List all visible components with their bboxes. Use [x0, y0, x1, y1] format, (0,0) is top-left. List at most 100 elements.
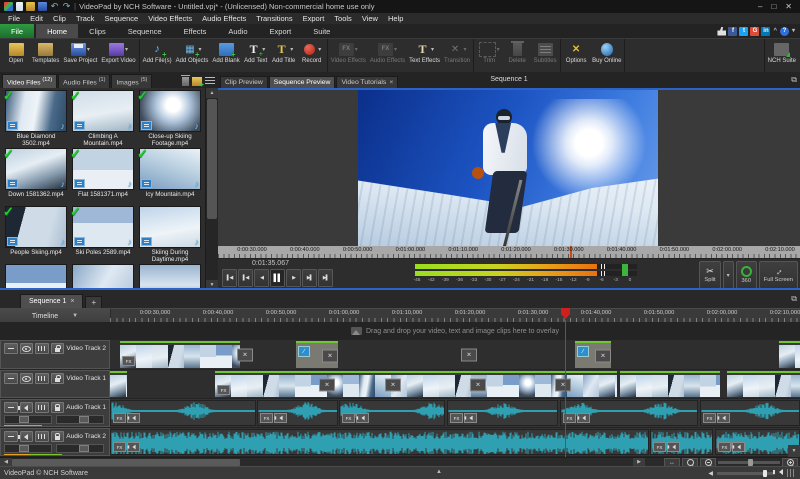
twitter-icon[interactable]: t	[739, 27, 748, 36]
slider-handle[interactable]	[79, 416, 89, 423]
dropdown-icon[interactable]: ▾	[497, 46, 500, 53]
dropdown-icon[interactable]: ▾	[125, 46, 128, 53]
video-clip[interactable]	[620, 371, 720, 397]
hscrollbar-thumb[interactable]	[12, 459, 240, 466]
ribbon-tab-clips[interactable]: Clips	[78, 24, 117, 38]
audio-clip[interactable]: FX	[110, 429, 649, 455]
audio-clip[interactable]: FX	[650, 429, 713, 455]
menu-clip[interactable]: Clip	[48, 14, 71, 23]
help-icon[interactable]: ?	[780, 27, 789, 36]
googleplus-icon[interactable]: G	[750, 27, 759, 36]
fx-icon[interactable]: FX	[260, 413, 273, 423]
fx-icon[interactable]: FX	[217, 385, 230, 395]
templates-button[interactable]: Templates	[30, 39, 61, 73]
popout-icon[interactable]: ⧉	[791, 75, 797, 85]
open-icon[interactable]	[26, 2, 35, 11]
playhead-line[interactable]	[565, 320, 566, 457]
dropdown-icon[interactable]: ▾	[87, 46, 90, 53]
volume-slider[interactable]	[56, 444, 104, 453]
go-to-end-button[interactable]: ▶▌	[318, 269, 333, 287]
ribbon-tab-suite[interactable]: Suite	[302, 24, 341, 38]
dropdown-icon[interactable]: ▾	[394, 46, 397, 53]
slider-handle[interactable]	[19, 445, 29, 452]
collapse-track-button[interactable]	[4, 373, 18, 384]
media-scrollbar[interactable]: ▲ ▼	[205, 88, 218, 290]
speaker-icon[interactable]	[717, 413, 730, 423]
zoom-slider[interactable]	[718, 461, 780, 464]
close-button[interactable]: ✕	[785, 2, 792, 11]
media-item[interactable]: ♪	[3, 264, 69, 290]
options-button[interactable]: ✕Options	[562, 39, 590, 73]
volume-down-icon[interactable]: ◀	[708, 470, 713, 477]
like-icon[interactable]	[717, 27, 726, 36]
ribbon-tab-effects[interactable]: Effects	[173, 24, 218, 38]
audio-clip[interactable]: FX	[560, 400, 698, 426]
transition-icon[interactable]: ✕	[322, 349, 338, 362]
scroll-up-icon[interactable]: ▲	[206, 88, 218, 98]
speaker-icon[interactable]	[356, 413, 369, 423]
previous-clip-button[interactable]: ▌◀	[238, 269, 253, 287]
mixer-button[interactable]	[35, 402, 49, 413]
mixer-button[interactable]	[35, 373, 49, 384]
mixer-button[interactable]	[35, 343, 49, 354]
next-clip-button[interactable]: ▶▌	[302, 269, 317, 287]
lock-button[interactable]	[51, 343, 65, 354]
tracks-scroll-down-icon[interactable]: ▼	[788, 445, 800, 457]
linkedin-icon[interactable]: in	[761, 27, 770, 36]
media-item-close-up-skiing-footage-mp4[interactable]: ♪✓Close-up Skiing Footage.mp4	[137, 90, 203, 148]
dropdown-icon[interactable]: ▾	[431, 46, 434, 53]
minimize-button[interactable]: –	[758, 2, 762, 11]
speaker-icon[interactable]	[667, 442, 680, 452]
fx-icon[interactable]: FX	[703, 413, 716, 423]
track-lane-audio-track-2[interactable]: FXFXFX	[110, 428, 800, 456]
video-clip[interactable]	[110, 371, 127, 397]
track-lane-video-track-2[interactable]: FX✕∕✕✕∕✕	[110, 340, 800, 369]
collapse-track-button[interactable]	[4, 343, 18, 354]
ribbon-tab-sequence[interactable]: Sequence	[117, 24, 173, 38]
audio-clip[interactable]: FX	[339, 400, 445, 426]
collapse-track-button[interactable]	[4, 431, 18, 442]
media-item-ski-poles-2589-mp4[interactable]: ♪✓Ski Poles 2589.mp4	[70, 206, 136, 264]
lock-button[interactable]	[51, 431, 65, 442]
ribbon-tab-file[interactable]: File	[0, 24, 34, 38]
tab-audio-files[interactable]: Audio Files (1)	[58, 74, 110, 88]
volume-slider[interactable]	[4, 415, 52, 424]
mute-button[interactable]	[20, 402, 34, 413]
timeline-ruler[interactable]: 0:00:30,0000:00:40,0000:00:50,0000:01:00…	[110, 309, 800, 323]
add-text-button[interactable]: T▾Add Text	[242, 39, 270, 73]
collapse-track-button[interactable]	[4, 402, 18, 413]
step-forward-button[interactable]: ▶	[286, 269, 301, 287]
edit-icon[interactable]: ∕	[577, 346, 589, 357]
speaker-icon[interactable]	[127, 413, 140, 423]
video-clip[interactable]: FX	[120, 341, 240, 368]
transition-icon[interactable]: ✕	[555, 379, 571, 392]
fx-icon[interactable]: FX	[342, 413, 355, 423]
volume-slider[interactable]	[717, 472, 775, 475]
fx-icon[interactable]: FX	[122, 356, 135, 366]
menu-file[interactable]: File	[3, 14, 25, 23]
collapse-icon[interactable]: ^	[772, 27, 778, 36]
menu-video-effects[interactable]: Video Effects	[143, 14, 197, 23]
menu-tools[interactable]: Tools	[329, 14, 357, 23]
fullscreen-button[interactable]: ↔ Full Screen	[759, 261, 798, 289]
redo-icon[interactable]: ↷	[62, 2, 71, 11]
mixer-button[interactable]	[35, 431, 49, 442]
video-clip[interactable]	[727, 371, 800, 397]
ribbon-tab-audio[interactable]: Audio	[217, 24, 258, 38]
dropdown-icon[interactable]: ▾	[791, 27, 796, 36]
audio-clip[interactable]: FX	[447, 400, 558, 426]
speaker-icon[interactable]	[464, 413, 477, 423]
transition-icon[interactable]: ✕	[595, 349, 611, 362]
add-objects-button[interactable]: ▦▾Add Objects	[174, 39, 211, 73]
video-clip[interactable]: FX✕✕✕✕	[215, 371, 617, 397]
video-frame[interactable]	[358, 90, 658, 246]
record-button[interactable]: ▾Record	[298, 39, 326, 73]
video-clip[interactable]: ∕✕	[575, 341, 611, 368]
go-to-start-button[interactable]: ▌◀	[222, 269, 237, 287]
add-sequence-button[interactable]: +	[85, 296, 102, 308]
add-title-button[interactable]: T▾Add Title	[270, 39, 298, 73]
transition-icon[interactable]: ✕	[385, 379, 401, 392]
dropdown-icon[interactable]: ▾	[290, 46, 293, 53]
open-button[interactable]: Open	[2, 39, 30, 73]
slider-handle[interactable]	[79, 445, 89, 452]
